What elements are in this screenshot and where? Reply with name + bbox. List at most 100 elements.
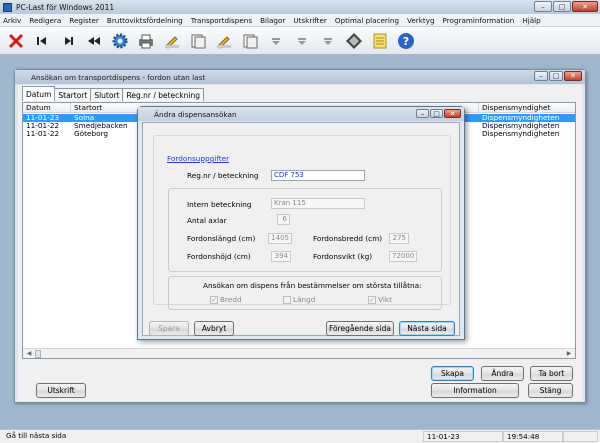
fordonsuppgifter-link[interactable]: Fordonsuppgifter [167, 154, 229, 163]
spara-button[interactable]: Spara [149, 321, 189, 336]
edit-pencil-icon[interactable] [214, 31, 234, 51]
menu-programinformation[interactable]: Programinformation [443, 16, 515, 25]
scroll-right-icon[interactable]: ▶ [564, 350, 574, 358]
cell-datum: 11-01-22 [26, 122, 60, 130]
tab-slutort[interactable]: Slutort [90, 88, 124, 101]
minimize-button[interactable]: – [534, 1, 552, 12]
tab-datum[interactable]: Datum [22, 86, 56, 101]
child-maximize-button[interactable]: □ [549, 71, 563, 81]
calculator-icon[interactable] [344, 31, 364, 51]
skapa-button[interactable]: Skapa [431, 366, 474, 381]
menu-transportdispens[interactable]: Transportdispens [191, 16, 252, 25]
app-title: PC-Last för Windows 2011 [16, 2, 115, 12]
dialog-minimize-button[interactable]: – [416, 109, 429, 118]
arrow-down-icon[interactable] [292, 31, 312, 51]
dialog-close-button[interactable]: ✕ [444, 109, 461, 118]
fordonshojd-label: Fordonshöjd (cm) [187, 252, 251, 261]
document-stack-icon[interactable] [240, 31, 260, 51]
status-message: Gå till nästa sida [6, 431, 67, 440]
fordonsbredd-field[interactable]: 275 [389, 233, 409, 244]
intern-beteckning-label: Intern beteckning [187, 200, 252, 209]
fordonsbredd-label: Fordonsbredd (cm) [313, 234, 383, 243]
menu-bar: Arkiv Redigera Register Bruttoviktsförde… [0, 14, 600, 27]
check-icon: ✓ [368, 295, 376, 304]
langd-checkbox[interactable]: Längd [283, 295, 315, 304]
document-stack-icon[interactable] [188, 31, 208, 51]
menu-bruttoviktsfordelning[interactable]: Bruttoviktsfördelning [107, 16, 183, 25]
information-button[interactable]: Information [431, 383, 519, 398]
langd-checkbox-label: Längd [293, 295, 316, 304]
andra-button[interactable]: Ändra [481, 366, 524, 381]
fordonshojd-field[interactable]: 394 [271, 251, 291, 262]
fordonslangd-label: Fordonslängd (cm) [187, 234, 256, 243]
settings-gear-icon[interactable] [110, 31, 130, 51]
next-record-icon[interactable] [58, 31, 78, 51]
dialog-body: Fordonsuppgifter Reg.nr / beteckning CDF… [142, 122, 460, 336]
intern-beteckning-field[interactable]: Kran 115 [271, 198, 365, 209]
menu-bilagor[interactable]: Bilagor [260, 16, 285, 25]
menu-arkiv[interactable]: Arkiv [3, 16, 21, 25]
vikt-checkbox-label: Vikt [378, 295, 392, 304]
first-record-icon[interactable] [32, 31, 52, 51]
edit-pencil-icon[interactable] [162, 31, 182, 51]
menu-verktyg[interactable]: Verktyg [407, 16, 435, 25]
rewind-icon[interactable] [84, 31, 104, 51]
arrow-down-icon[interactable] [266, 31, 286, 51]
dialog-titlebar: Ändra dispensansökan – □ ✕ [138, 107, 464, 121]
fordonsvikt-label: Fordonsvikt (kg) [313, 252, 373, 261]
horizontal-scrollbar[interactable]: ◀ ▶ [23, 348, 575, 358]
sort-tabs: Datum Startort Slutort Reg.nr / beteckni… [22, 86, 204, 101]
regnr-field[interactable]: CDF 753 [271, 170, 365, 181]
notepad-icon[interactable] [370, 31, 390, 51]
antal-axlar-field[interactable]: 6 [277, 214, 290, 225]
ta-bort-button[interactable]: Ta bort [530, 366, 573, 381]
main-window: PC-Last för Windows 2011 – □ ✕ Arkiv Red… [0, 0, 600, 443]
svg-text:?: ? [403, 35, 409, 48]
check-icon: ✓ [210, 295, 218, 304]
child-close-button[interactable]: ✕ [564, 71, 582, 81]
cell-dispensmyndighet: Dispensmyndigheten [482, 122, 560, 130]
help-icon[interactable]: ? [396, 31, 416, 51]
menu-redigera[interactable]: Redigera [29, 16, 61, 25]
regnr-label: Reg.nr / beteckning [187, 171, 259, 180]
menu-hjalp[interactable]: Hjälp [522, 16, 540, 25]
dialog-maximize-button[interactable]: □ [430, 109, 443, 118]
avbryt-button[interactable]: Avbryt [194, 321, 234, 336]
dispens-exempt-label: Ansökan om dispens från bestämmelser om … [203, 281, 422, 290]
menu-register[interactable]: Register [69, 16, 99, 25]
col-header-dispensmyndighet[interactable]: Dispensmyndighet [479, 103, 575, 113]
toolbar: ? [0, 27, 600, 55]
antal-axlar-label: Antal axlar [187, 216, 227, 225]
nasta-sida-button[interactable]: Nästa sida [399, 321, 455, 336]
child-minimize-button[interactable]: – [534, 71, 548, 81]
col-header-datum[interactable]: Datum [23, 103, 71, 113]
scroll-left-icon[interactable]: ◀ [24, 350, 34, 358]
utskrift-button[interactable]: Utskrift [36, 383, 86, 398]
status-bar: Gå till nästa sida 11-01-23 19:54:48 [0, 429, 600, 443]
fordonslangd-field[interactable]: 1405 [268, 233, 292, 244]
menu-optimal-placering[interactable]: Optimal placering [335, 16, 399, 25]
cell-datum: 11-01-22 [26, 130, 60, 138]
scroll-thumb[interactable] [35, 350, 41, 358]
status-time: 19:54:48 [503, 431, 563, 442]
bredd-checkbox[interactable]: ✓ Bredd [210, 295, 242, 304]
arrow-down-icon[interactable] [318, 31, 338, 51]
cell-datum: 11-01-23 [26, 114, 60, 122]
menu-utskrifter[interactable]: Utskrifter [293, 16, 327, 25]
printer-icon[interactable] [136, 31, 156, 51]
app-titlebar: PC-Last för Windows 2011 – □ ✕ [0, 0, 600, 14]
status-date: 11-01-23 [423, 431, 503, 442]
cell-dispensmyndighet: Dispensmyndigheten [482, 130, 560, 138]
close-button[interactable]: ✕ [572, 1, 598, 12]
maximize-button[interactable]: □ [553, 1, 571, 12]
foregaende-sida-button[interactable]: Föregående sida [326, 321, 394, 336]
stang-button[interactable]: Stäng [528, 383, 573, 398]
dispens-list-titlebar: Ansökan om transportdispens - fordon uta… [15, 70, 585, 84]
fordonsvikt-field[interactable]: 72000 [389, 251, 417, 262]
close-x-icon[interactable] [6, 31, 26, 51]
dialog-title: Ändra dispensansökan [154, 109, 237, 119]
tab-regnr[interactable]: Reg.nr / beteckning [122, 88, 204, 101]
tab-startort[interactable]: Startort [54, 88, 92, 101]
status-panel [563, 431, 598, 442]
vikt-checkbox[interactable]: ✓ Vikt [368, 295, 392, 304]
